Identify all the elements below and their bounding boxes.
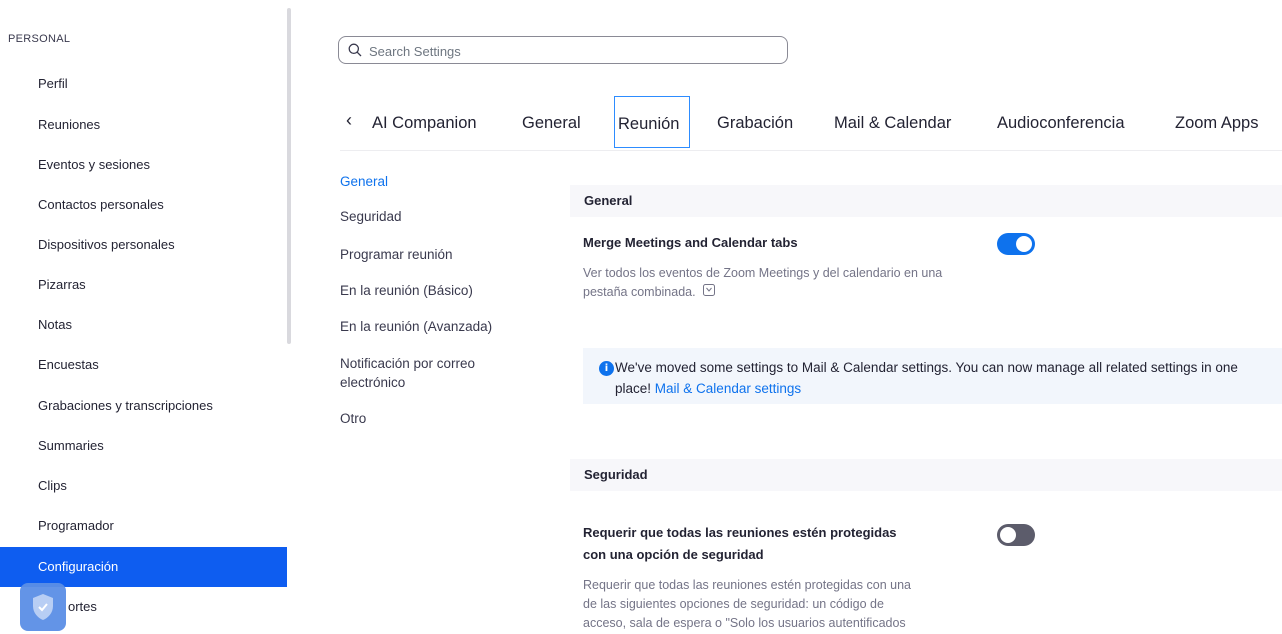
sidebar-item-configuracion[interactable]: Configuración: [0, 547, 287, 587]
subnav-en-reunion-avanzada[interactable]: En la reunión (Avanzada): [340, 317, 520, 336]
require-security-title-line2: con una opción de seguridad: [583, 547, 764, 562]
mail-calendar-settings-link[interactable]: Mail & Calendar settings: [655, 381, 801, 396]
sidebar-item-programador[interactable]: Programador: [0, 506, 287, 546]
tab-zoom-apps[interactable]: Zoom Apps: [1175, 96, 1258, 148]
subnav-general[interactable]: General: [340, 172, 520, 191]
sidebar: PERSONAL Perfil Reuniones Eventos y sesi…: [0, 0, 288, 634]
toggle-knob: [1000, 527, 1016, 543]
info-icon[interactable]: [703, 283, 716, 302]
sidebar-section-label: PERSONAL: [8, 33, 71, 45]
sidebar-item-reuniones[interactable]: Reuniones: [0, 105, 287, 145]
sidebar-item-pizarras[interactable]: Pizarras: [0, 265, 287, 305]
search-box[interactable]: [338, 36, 788, 64]
shield-icon: [33, 594, 53, 620]
banner-message: We've moved some settings to Mail & Cale…: [615, 357, 1275, 399]
merge-setting-description: Ver todos los eventos de Zoom Meetings y…: [583, 264, 983, 302]
sidebar-item-contactos[interactable]: Contactos personales: [0, 185, 287, 225]
merge-setting-title: Merge Meetings and Calendar tabs: [583, 235, 798, 250]
sidebar-item-clips[interactable]: Clips: [0, 466, 287, 506]
tab-mail-calendar[interactable]: Mail & Calendar: [834, 96, 951, 148]
subnav-otro[interactable]: Otro: [340, 409, 520, 428]
tab-grabacion[interactable]: Grabación: [717, 96, 793, 148]
sidebar-item-notas[interactable]: Notas: [0, 305, 287, 345]
subnav-programar-reunion[interactable]: Programar reunión: [340, 245, 520, 264]
require-security-desc-line3: acceso, sala de espera o "Solo los usuar…: [583, 616, 906, 630]
tab-general[interactable]: General: [522, 96, 581, 148]
search-input[interactable]: [367, 40, 781, 62]
subnav-seguridad[interactable]: Seguridad: [340, 207, 520, 226]
merge-setting-description-text: Ver todos los eventos de Zoom Meetings y…: [583, 266, 943, 299]
tab-ai-companion[interactable]: AI Companion: [372, 96, 477, 148]
merge-setting-toggle[interactable]: [997, 233, 1035, 255]
tab-audioconferencia[interactable]: Audioconferencia: [997, 96, 1125, 148]
require-security-desc-line1: Requerir que todas las reuniones estén p…: [583, 578, 911, 592]
sidebar-item-grabaciones[interactable]: Grabaciones y transcripciones: [0, 386, 287, 426]
toggle-knob: [1016, 236, 1032, 252]
section-header-seguridad: Seguridad: [570, 459, 1282, 491]
chevron-left-icon[interactable]: ‹: [346, 110, 352, 131]
sidebar-item-eventos[interactable]: Eventos y sesiones: [0, 145, 287, 185]
require-security-toggle[interactable]: [997, 524, 1035, 546]
sidebar-scrollbar[interactable]: [287, 8, 291, 344]
subnav-notificacion-correo[interactable]: Notificación por correo electrónico: [340, 354, 510, 392]
sidebar-item-summaries[interactable]: Summaries: [0, 426, 287, 466]
info-circle-icon: i: [599, 361, 614, 376]
sidebar-item-encuestas[interactable]: Encuestas: [0, 345, 287, 385]
sidebar-item-dispositivos[interactable]: Dispositivos personales: [0, 225, 287, 265]
settings-tabs: ‹ AI Companion General Reunión Grabación…: [340, 96, 1282, 151]
subnav-en-reunion-basico[interactable]: En la reunión (Básico): [340, 281, 520, 300]
section-header-general: General: [570, 185, 1282, 217]
info-banner: i We've moved some settings to Mail & Ca…: [583, 348, 1282, 404]
require-security-desc-line2: de las siguientes opciones de seguridad:…: [583, 597, 884, 611]
sidebar-item-perfil[interactable]: Perfil: [0, 64, 287, 104]
security-shield-badge[interactable]: [20, 583, 66, 631]
search-icon: [348, 43, 362, 57]
tab-reunion[interactable]: Reunión: [614, 96, 690, 148]
